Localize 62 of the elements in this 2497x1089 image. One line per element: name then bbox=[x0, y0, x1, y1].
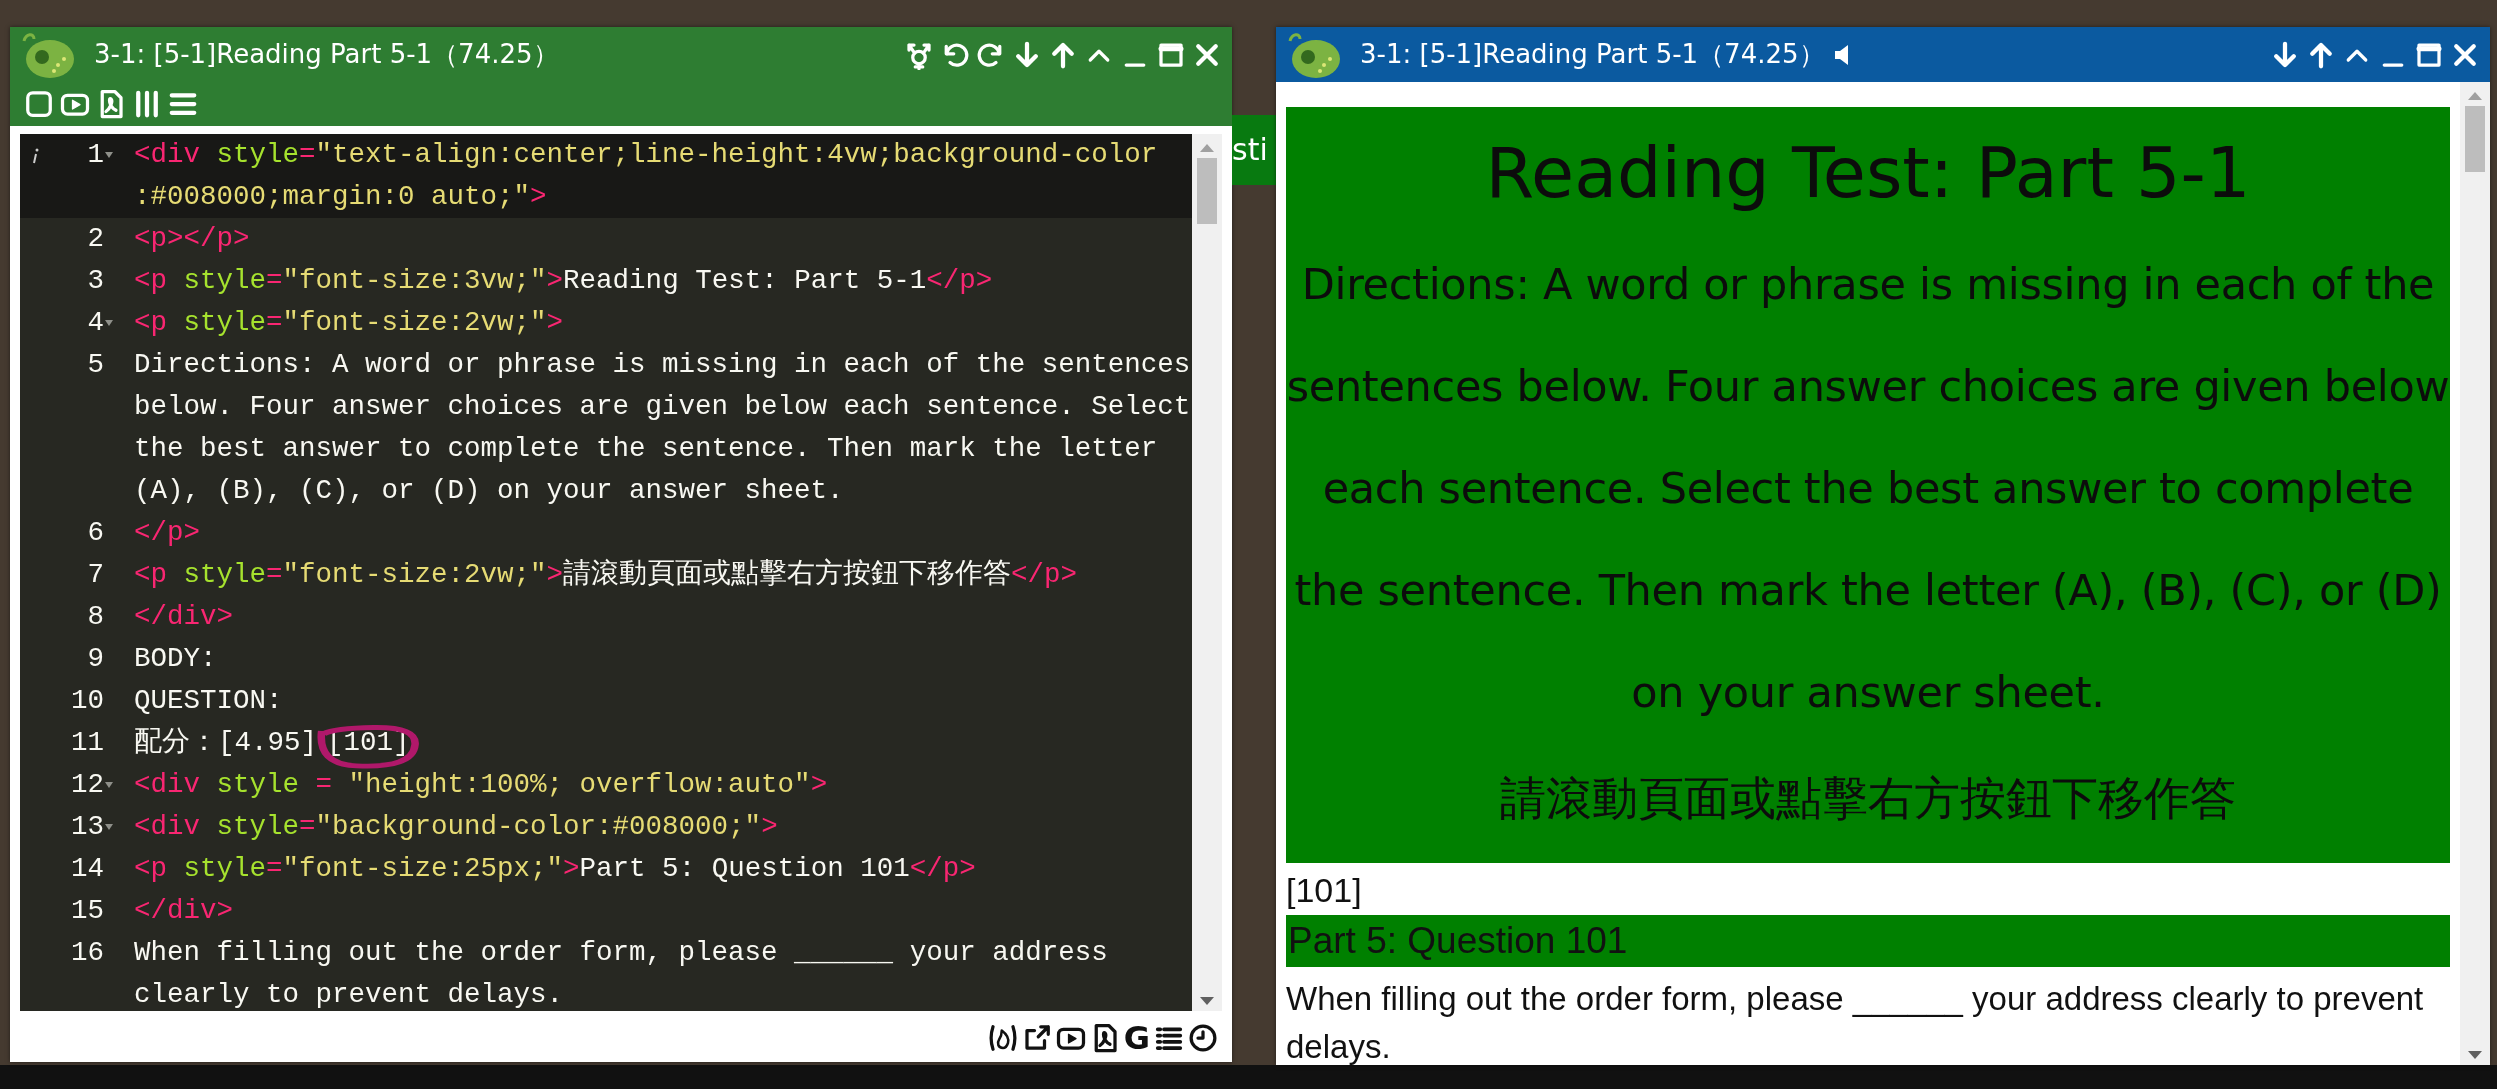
code-line: <p style="font-size:3vw;">Reading Test: Part 5-1</p> bbox=[133, 264, 994, 298]
scrollbar-track[interactable] bbox=[2460, 82, 2490, 1065]
code-line: clearly to prevent delays. bbox=[133, 978, 565, 1011]
directions-text: Directions: A word or phrase is missing in each of the sentences below. Four answer choices are given below each sentence. Select the best answer to complete the sentence. Then mark the letter (A), (B), (C), or (D) on your answer sheet. bbox=[1286, 258, 2450, 719]
line-number: 1 bbox=[87, 138, 104, 172]
scrollbar-track[interactable] bbox=[1192, 134, 1222, 1011]
info-icon bbox=[30, 148, 40, 164]
fold-arrow-icon[interactable] bbox=[104, 319, 114, 327]
code-line: BODY: bbox=[133, 642, 218, 676]
fold-arrow-icon[interactable] bbox=[104, 823, 114, 831]
page-heading: Reading Test: Part 5-1 bbox=[1484, 131, 2252, 216]
question-text: When filling out the order form, please ______ your address clearly to prevent delays. bbox=[1286, 979, 2425, 1065]
code-line: <p></p> bbox=[133, 222, 251, 256]
line-number: 10 bbox=[71, 684, 104, 718]
line-number: 13 bbox=[71, 810, 104, 844]
code-line: QUESTION: bbox=[133, 684, 284, 718]
line-number: 11 bbox=[71, 726, 104, 760]
line-number: 2 bbox=[87, 222, 104, 256]
window-title: 3-1: [5-1]Reading Part 5-1（74.25） bbox=[94, 38, 559, 71]
code-line: <p style="font-size:2vw;"> bbox=[133, 306, 565, 340]
code-line: <div style="background-color:#008000;"> bbox=[133, 810, 779, 844]
fold-arrow-icon[interactable] bbox=[104, 781, 114, 789]
square-icon[interactable] bbox=[24, 89, 54, 119]
code-line: <div style="text-align:center;line-height:4vw;background-color bbox=[133, 138, 1159, 172]
scrollbar-thumb[interactable] bbox=[2465, 106, 2485, 172]
scroll-down-arrow-icon[interactable] bbox=[2468, 1049, 2482, 1059]
code-line: below. Four answer choices are given below each sentence. Select bbox=[133, 390, 1192, 424]
line-number: 14 bbox=[71, 852, 104, 886]
line-number: 5 bbox=[87, 348, 104, 382]
window-title: 3-1: [5-1]Reading Part 5-1（74.25） bbox=[1360, 38, 1825, 71]
instruction-text: 請滾動頁面或點擊右方按鈕下移作答 bbox=[1499, 770, 2237, 827]
question-heading: Part 5: Question 101 bbox=[1286, 915, 2450, 967]
code-line: <p style="font-size:25px;">Part 5: Question 101</p> bbox=[133, 852, 977, 886]
line-number: 9 bbox=[87, 642, 104, 676]
code-line: the best answer to complete the sentence. Then mark the letter bbox=[133, 432, 1159, 466]
code-line: </div> bbox=[133, 894, 235, 928]
line-number: 3 bbox=[87, 264, 104, 298]
google-button[interactable]: G bbox=[1123, 1022, 1150, 1054]
fire-icon[interactable] bbox=[987, 1023, 1018, 1053]
scroll-down-arrow-icon[interactable] bbox=[1200, 995, 1214, 1005]
line-number: 12 bbox=[71, 768, 104, 802]
line-number: 4 bbox=[87, 306, 104, 340]
speaker-icon[interactable] bbox=[1832, 43, 1851, 66]
line-number: 16 bbox=[71, 936, 104, 970]
code-line: Directions: A word or phrase is missing in each of the sentences bbox=[133, 348, 1192, 382]
code-line: <p style="font-size:2vw;">請滾動頁面或點擊右方按鈕下移作答</p> bbox=[133, 557, 1079, 592]
line-number: 8 bbox=[87, 600, 104, 634]
code-line: :#008000;margin:0 auto;"> bbox=[133, 180, 548, 214]
scrollbar-thumb[interactable] bbox=[1197, 158, 1217, 224]
line-number: 15 bbox=[71, 894, 104, 928]
code-line: <div style = "height:100%; overflow:auto"> bbox=[133, 768, 829, 802]
background-window-text: sti bbox=[1232, 131, 1268, 169]
fold-arrow-icon[interactable] bbox=[104, 151, 114, 159]
line-number: 7 bbox=[87, 558, 104, 592]
code-line: When filling out the order form, please ______ your address bbox=[133, 936, 1109, 970]
code-line: </div> bbox=[133, 600, 235, 634]
question-number: [101] bbox=[1286, 870, 1363, 911]
line-number: 6 bbox=[87, 516, 104, 550]
code-line: </p> bbox=[133, 516, 201, 550]
clock-icon[interactable] bbox=[1188, 1023, 1218, 1053]
code-editor[interactable] bbox=[20, 134, 1222, 1011]
code-line: (A), (B), (C), or (D) on your answer sheet. bbox=[133, 474, 845, 508]
